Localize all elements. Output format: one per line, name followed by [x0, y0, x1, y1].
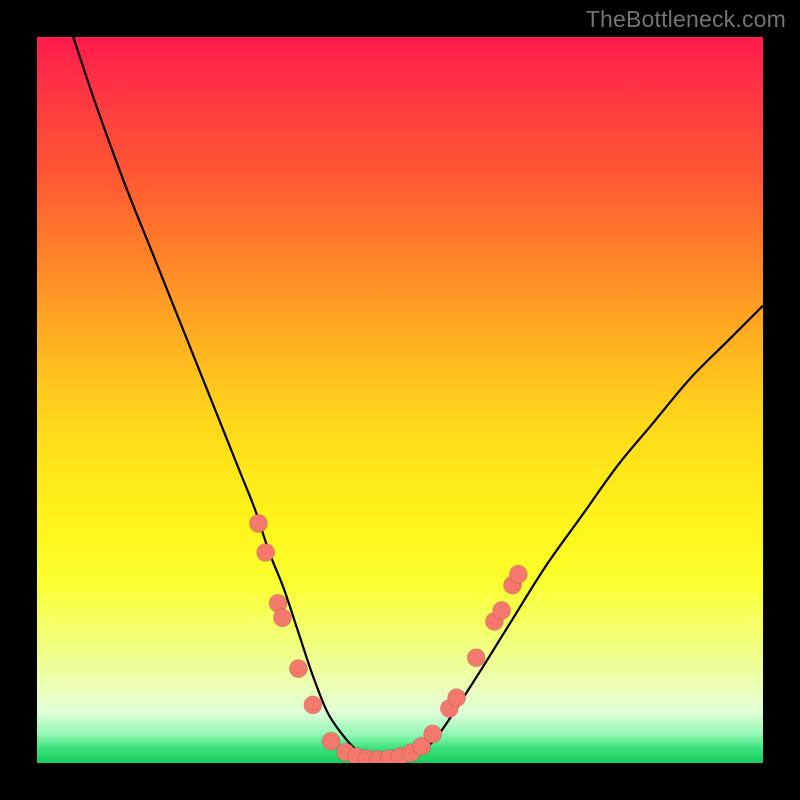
marker-dot — [467, 649, 485, 667]
marker-dot — [249, 514, 267, 532]
watermark-text: TheBottleneck.com — [586, 6, 786, 33]
marker-dots — [249, 514, 527, 763]
marker-dot — [304, 696, 322, 714]
marker-dot — [257, 543, 275, 561]
marker-dot — [289, 660, 307, 678]
chart-svg — [37, 37, 763, 763]
marker-dot — [509, 565, 527, 583]
bottleneck-curve — [73, 37, 763, 759]
marker-dot — [493, 602, 511, 620]
marker-dot — [448, 689, 466, 707]
plot-area — [37, 37, 763, 763]
marker-dot — [273, 609, 291, 627]
marker-dot — [424, 725, 442, 743]
chart-frame: TheBottleneck.com — [0, 0, 800, 800]
